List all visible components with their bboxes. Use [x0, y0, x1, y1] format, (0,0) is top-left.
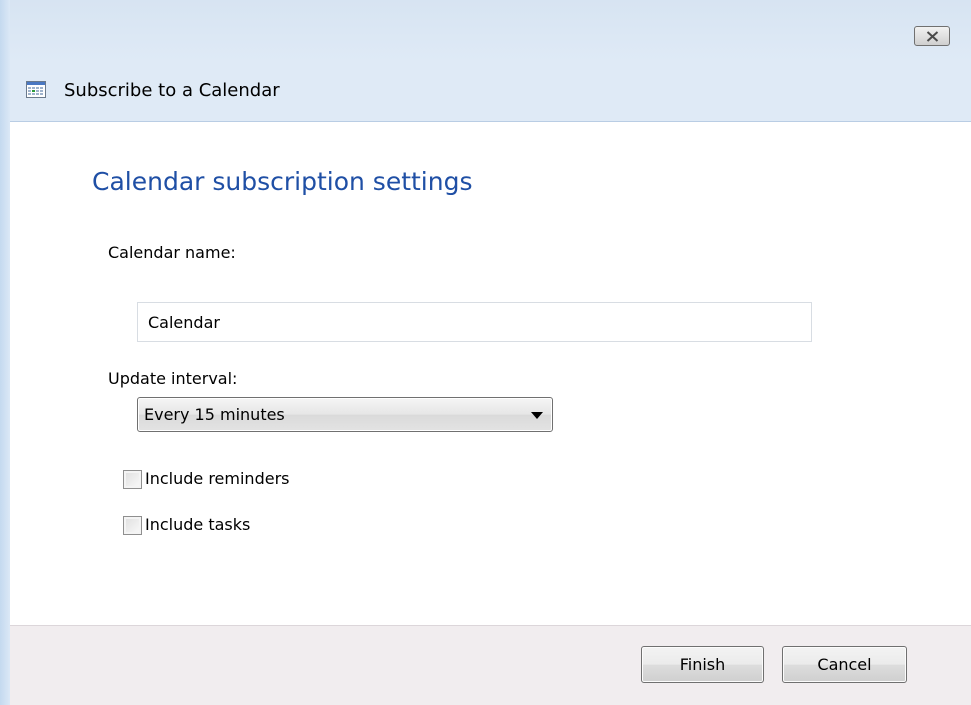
finish-button[interactable]: Finish	[641, 646, 764, 683]
include-reminders-label: Include reminders	[145, 469, 290, 488]
close-icon	[926, 31, 939, 42]
update-interval-label: Update interval:	[108, 369, 238, 388]
subscribe-calendar-dialog: Subscribe to a Calendar Calendar subscri…	[0, 0, 971, 705]
section-title: Calendar subscription settings	[92, 167, 473, 196]
cancel-button[interactable]: Cancel	[782, 646, 907, 683]
settings-panel: Calendar subscription settings Calendar …	[10, 122, 971, 625]
include-tasks-checkbox[interactable]	[123, 516, 142, 535]
window-frame-edge	[0, 0, 10, 705]
include-reminders-checkbox[interactable]	[123, 470, 142, 489]
dialog-footer: Finish Cancel	[10, 625, 971, 705]
dialog-title: Subscribe to a Calendar	[64, 80, 280, 101]
close-button[interactable]	[914, 26, 950, 46]
window-titlebar	[0, 0, 971, 62]
chevron-down-icon	[531, 412, 543, 419]
dialog-header: Subscribe to a Calendar	[10, 62, 971, 122]
include-tasks-label: Include tasks	[145, 515, 251, 534]
calendar-name-label: Calendar name:	[108, 243, 236, 262]
update-interval-select[interactable]: Every 15 minutes	[137, 397, 553, 432]
calendar-icon	[26, 81, 46, 98]
update-interval-value: Every 15 minutes	[144, 405, 285, 424]
calendar-name-input[interactable]	[137, 302, 812, 342]
